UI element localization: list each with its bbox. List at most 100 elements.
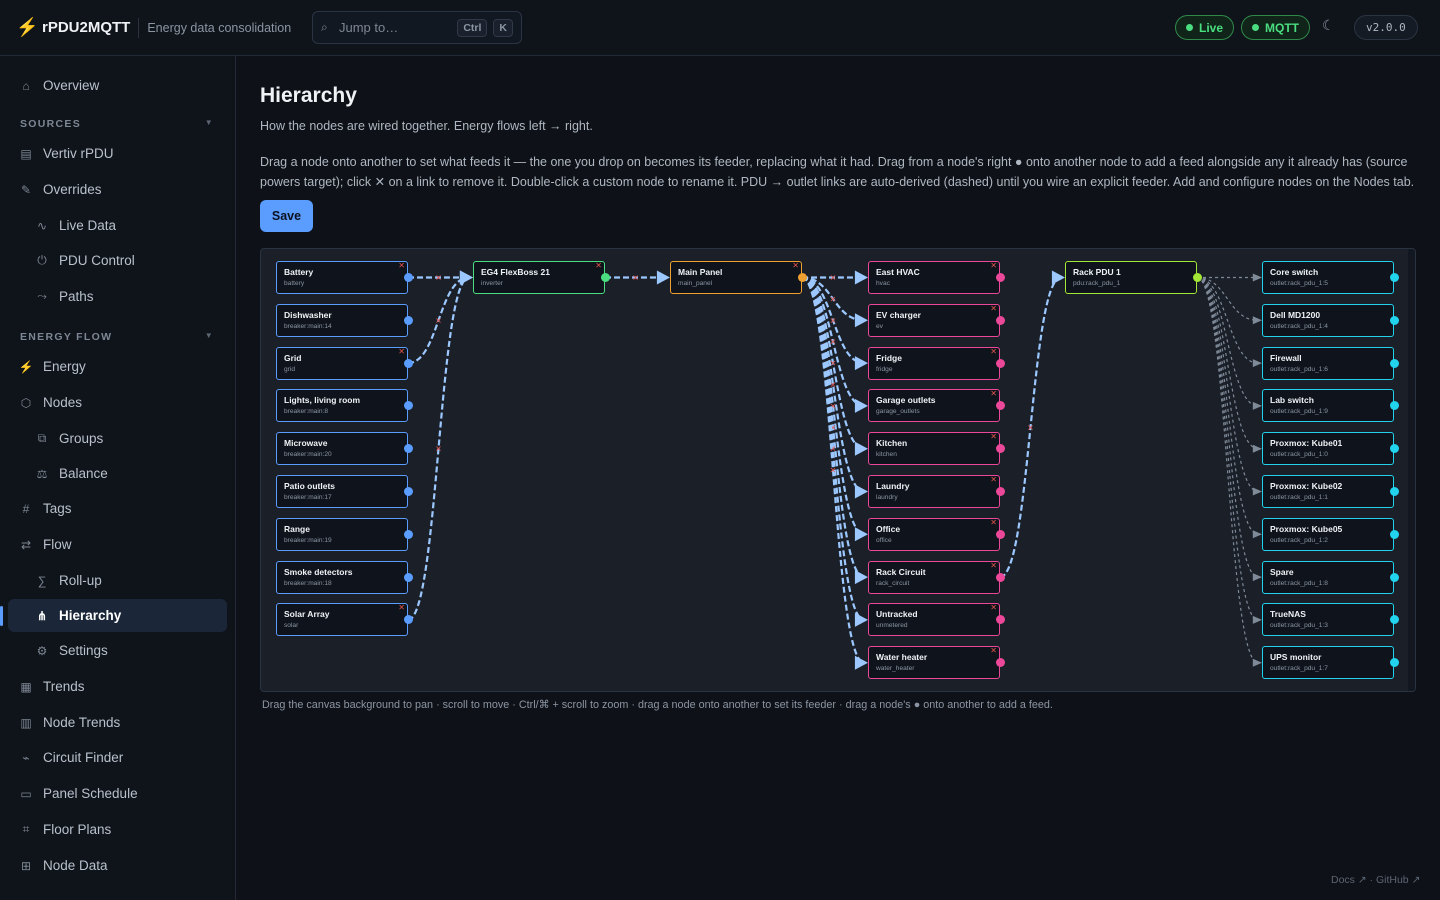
node-breaker-main-20[interactable]: Microwave breaker:main:20	[276, 432, 408, 466]
remove-node-close-icon[interactable]: ✕	[595, 261, 602, 270]
link-21[interactable]	[1196, 276, 1259, 535]
output-handle[interactable]	[403, 572, 413, 582]
sidebar-item-overview[interactable]: ⌂ Overview	[8, 69, 227, 102]
node-outlet-rack-pdu-1-1[interactable]: Proxmox: Kube02 outlet:rack_pdu_1:1	[1262, 475, 1394, 508]
remove-node-close-icon[interactable]: ✕	[792, 261, 799, 270]
node-water-heater[interactable]: Water heater water_heater ✕	[868, 646, 1000, 680]
sidebar-item-nodes[interactable]: ⬡ Nodes	[8, 386, 227, 419]
remove-node-close-icon[interactable]: ✕	[990, 475, 997, 484]
sidebar-item-groups[interactable]: ⧉ Groups	[8, 422, 227, 455]
theme-toggle-moon-icon[interactable]: ☾	[1322, 17, 1335, 34]
mqtt-status-badge[interactable]: MQTT	[1241, 15, 1310, 40]
sidebar-item-tags[interactable]: # Tags	[8, 492, 227, 525]
node-outlet-rack-pdu-1-9[interactable]: Lab switch outlet:rack_pdu_1:9	[1262, 389, 1394, 423]
node-outlet-rack-pdu-1-5[interactable]: Core switch outlet:rack_pdu_1:5	[1262, 261, 1394, 294]
link-22[interactable]	[1196, 276, 1259, 578]
remove-link-close-icon[interactable]: ✕	[830, 466, 837, 475]
output-handle[interactable]	[1192, 273, 1202, 282]
save-button[interactable]: Save	[260, 200, 313, 232]
sidebar-item-flow[interactable]: ⇄ Flow	[8, 528, 227, 561]
node-breaker-main-17[interactable]: Patio outlets breaker:main:17	[276, 475, 408, 508]
node-battery[interactable]: Battery battery ✕	[276, 261, 408, 294]
node-outlet-rack-pdu-1-4[interactable]: Dell MD1200 outlet:rack_pdu_1:4	[1262, 303, 1394, 337]
remove-node-close-icon[interactable]: ✕	[990, 518, 997, 527]
output-handle[interactable]	[403, 444, 413, 454]
remove-node-close-icon[interactable]: ✕	[990, 347, 997, 356]
remove-link-close-icon[interactable]: ✕	[435, 316, 442, 325]
remove-link-close-icon[interactable]: ✕	[830, 274, 837, 283]
sidebar-item-roll-up[interactable]: ∑ Roll-up	[8, 564, 227, 597]
remove-node-close-icon[interactable]: ✕	[990, 304, 997, 313]
link-23[interactable]	[1196, 276, 1259, 621]
output-handle[interactable]	[403, 529, 413, 539]
sidebar-item-settings[interactable]: ⚙ Settings	[8, 634, 227, 667]
canvas-scrollbar[interactable]	[1408, 249, 1415, 691]
section-energy-flow[interactable]: ENERGY FLOW ▼	[20, 331, 216, 343]
remove-node-close-icon[interactable]: ✕	[398, 347, 405, 356]
output-handle[interactable]	[995, 444, 1005, 454]
output-handle[interactable]	[1389, 401, 1399, 411]
brand[interactable]: ⚡ rPDU2MQTT Energy data consolidation	[16, 17, 291, 38]
node-outlet-rack-pdu-1-0[interactable]: Proxmox: Kube01 outlet:rack_pdu_1:0	[1262, 432, 1394, 466]
remove-link-close-icon[interactable]: ✕	[830, 316, 837, 325]
node-outlet-rack-pdu-1-6[interactable]: Firewall outlet:rack_pdu_1:6	[1262, 346, 1394, 380]
node-inverter[interactable]: EG4 FlexBoss 21 inverter ✕	[473, 261, 605, 294]
output-handle[interactable]	[1389, 273, 1399, 282]
sidebar-item-trends[interactable]: ▦ Trends	[8, 670, 227, 703]
node-outlet-rack-pdu-1-7[interactable]: UPS monitor outlet:rack_pdu_1:7	[1262, 646, 1394, 680]
output-handle[interactable]	[403, 615, 413, 625]
sidebar-item-vertiv-rpdu[interactable]: ▤ Vertiv rPDU	[8, 137, 227, 170]
link-16[interactable]	[1196, 276, 1259, 321]
output-handle[interactable]	[403, 315, 413, 325]
sidebar-item-energy[interactable]: ⚡ Energy	[8, 350, 227, 383]
output-handle[interactable]	[403, 487, 413, 496]
remove-node-close-icon[interactable]: ✕	[398, 261, 405, 270]
sidebar-item-floor-plans[interactable]: ⌗ Floor Plans	[8, 813, 227, 846]
node-kitchen[interactable]: Kitchen kitchen ✕	[868, 432, 1000, 466]
remove-node-close-icon[interactable]: ✕	[398, 603, 405, 612]
output-handle[interactable]	[403, 273, 413, 282]
node-breaker-main-18[interactable]: Smoke detectors breaker:main:18	[276, 560, 408, 594]
node-pdu-rack-pdu-1[interactable]: Rack PDU 1 pdu:rack_pdu_1	[1065, 261, 1197, 294]
node-unmetered[interactable]: Untracked unmetered ✕	[868, 603, 1000, 637]
node-outlet-rack-pdu-1-3[interactable]: TrueNAS outlet:rack_pdu_1:3	[1262, 603, 1394, 637]
node-office[interactable]: Office office ✕	[868, 517, 1000, 551]
output-handle[interactable]	[1389, 615, 1399, 625]
output-handle[interactable]	[1389, 444, 1399, 454]
output-handle[interactable]	[1389, 315, 1399, 325]
sidebar-item-node-trends[interactable]: ▥ Node Trends	[8, 706, 227, 739]
node-grid[interactable]: Grid grid ✕	[276, 346, 408, 380]
sidebar-item-panel-schedule[interactable]: ▭ Panel Schedule	[8, 777, 227, 810]
output-handle[interactable]	[995, 658, 1005, 668]
node-hvac[interactable]: East HVAC hvac ✕	[868, 261, 1000, 294]
remove-node-close-icon[interactable]: ✕	[990, 603, 997, 612]
link-20[interactable]	[1196, 276, 1259, 493]
remove-node-close-icon[interactable]: ✕	[990, 646, 997, 655]
remove-node-close-icon[interactable]: ✕	[990, 432, 997, 441]
node-ev[interactable]: EV charger ev ✕	[868, 303, 1000, 337]
output-handle[interactable]	[403, 358, 413, 368]
output-handle[interactable]	[995, 315, 1005, 325]
node-outlet-rack-pdu-1-2[interactable]: Proxmox: Kube05 outlet:rack_pdu_1:2	[1262, 517, 1394, 551]
section-sources[interactable]: SOURCES ▼	[20, 118, 216, 130]
node-solar[interactable]: Solar Array solar ✕	[276, 603, 408, 637]
output-handle[interactable]	[995, 358, 1005, 368]
output-handle[interactable]	[995, 273, 1005, 282]
output-handle[interactable]	[995, 615, 1005, 625]
output-handle[interactable]	[1389, 658, 1399, 668]
output-handle[interactable]	[995, 572, 1005, 582]
node-rack-circuit[interactable]: Rack Circuit rack_circuit ✕	[868, 560, 1000, 594]
sidebar-item-overrides[interactable]: ✎ Overrides	[8, 173, 227, 206]
node-garage-outlets[interactable]: Garage outlets garage_outlets ✕	[868, 389, 1000, 423]
output-handle[interactable]	[403, 401, 413, 411]
jump-to-search[interactable]: ⌕ Jump to… Ctrl K	[312, 11, 522, 44]
node-breaker-main-8[interactable]: Lights, living room breaker:main:8	[276, 389, 408, 423]
footer-links[interactable]: Docs ↗ · GitHub ↗	[1331, 874, 1420, 886]
output-handle[interactable]	[995, 401, 1005, 411]
live-status-badge[interactable]: Live	[1175, 15, 1235, 40]
node-breaker-main-14[interactable]: Dishwasher breaker:main:14	[276, 303, 408, 337]
remove-link-close-icon[interactable]: ✕	[1027, 423, 1034, 432]
hierarchy-canvas[interactable]: ✕ ✕ ✕ ✕ ✕ ✕ ✕ ✕ ✕ ✕ ✕ ✕ ✕ ✕ ✕ Battery battery ✕ Dishwashe…	[260, 248, 1416, 692]
node-fridge[interactable]: Fridge fridge ✕	[868, 346, 1000, 380]
remove-link-close-icon[interactable]: ✕	[435, 274, 442, 283]
